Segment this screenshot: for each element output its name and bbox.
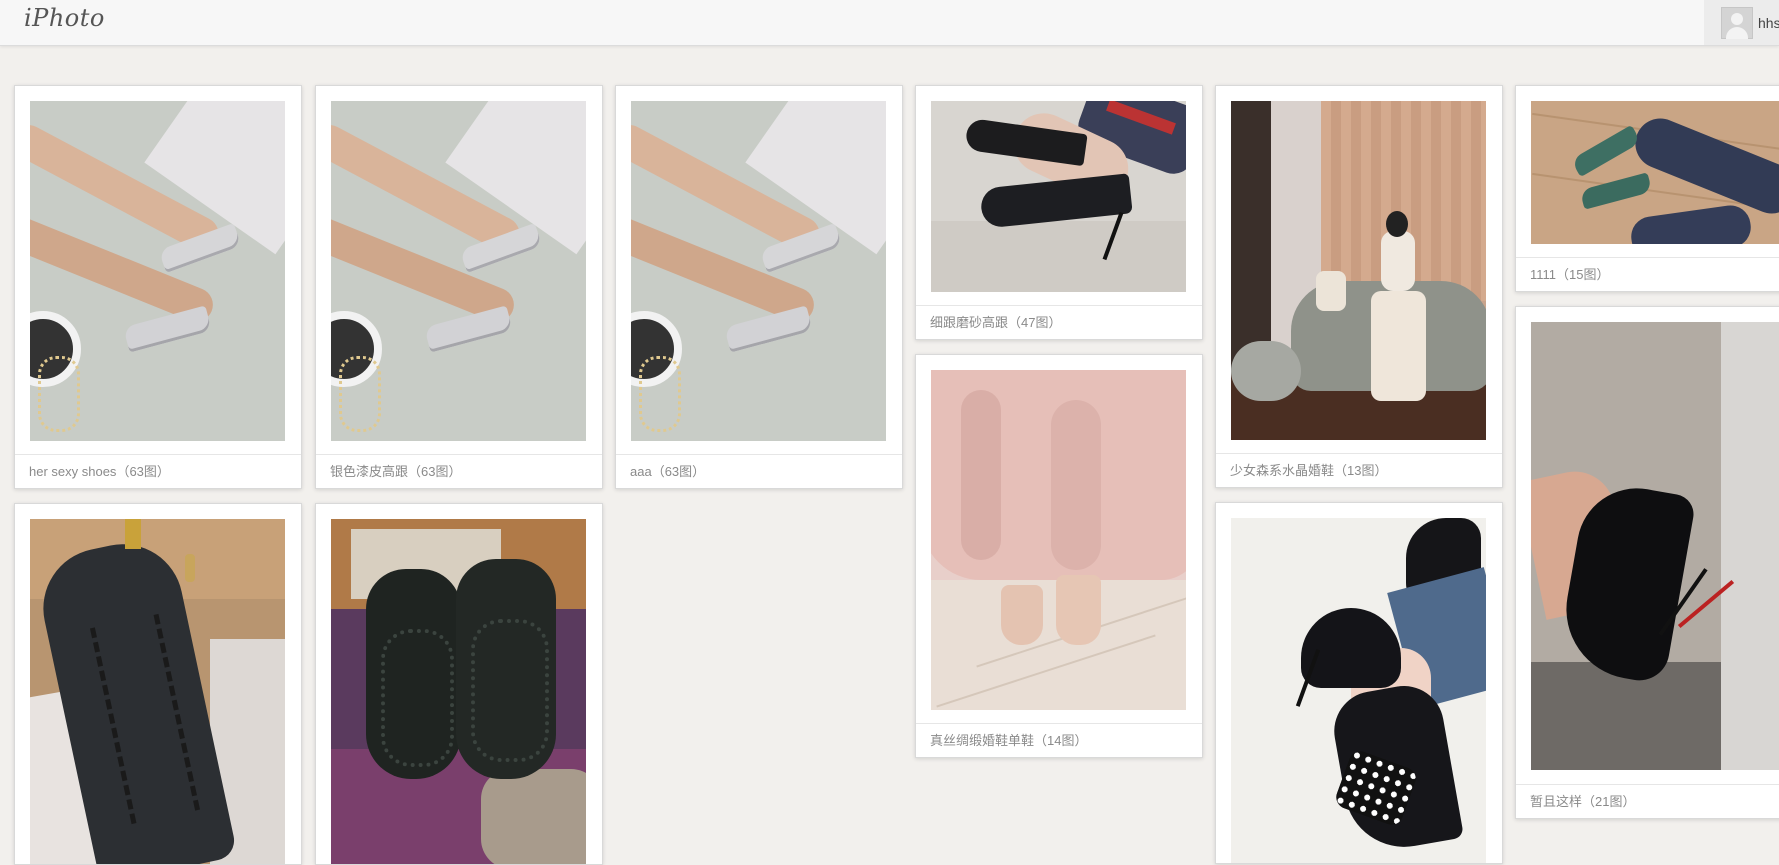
album-cover-image[interactable] (331, 519, 586, 864)
album-cover-image[interactable] (331, 101, 586, 441)
album-card[interactable]: her sexy shoes（63图） (14, 85, 302, 489)
user-menu[interactable]: hhs (1704, 0, 1779, 45)
album-caption: 真丝绸缎婚鞋单鞋（14图） (916, 723, 1202, 757)
username-label[interactable]: hhs (1758, 15, 1779, 31)
album-cover-image[interactable] (931, 370, 1186, 710)
avatar-body-shape (1726, 26, 1748, 39)
album-title[interactable]: 暂且这样 (1530, 794, 1582, 809)
album-card[interactable]: 银色漆皮高跟（63图） (315, 85, 603, 489)
album-count: （14图） (1034, 733, 1088, 748)
album-count: （63图） (651, 464, 706, 479)
album-cover-image[interactable] (30, 519, 285, 864)
album-card[interactable]: 1111（15图） (1515, 85, 1779, 292)
album-card[interactable]: 少女森系水晶婚鞋（13图） (1215, 85, 1503, 488)
album-caption: aaa（63图） (616, 454, 902, 488)
album-caption: 暂且这样（21图） (1516, 784, 1779, 818)
album-title[interactable]: 银色漆皮高跟 (330, 464, 408, 479)
album-cover-image[interactable] (1531, 101, 1779, 244)
album-count: （15图） (1556, 267, 1610, 282)
album-count: （47图） (1008, 315, 1062, 330)
album-cover-image[interactable] (1231, 101, 1486, 440)
album-caption: 1111（15图） (1516, 257, 1779, 291)
album-card[interactable] (14, 503, 302, 865)
album-cover-image[interactable] (30, 101, 285, 441)
album-card[interactable] (1215, 502, 1503, 864)
app-logo[interactable]: iPhoto (24, 4, 105, 32)
album-title[interactable]: her sexy shoes (29, 464, 116, 479)
album-count: （63图） (116, 464, 170, 479)
album-card[interactable]: 细跟磨砂高跟（47图） (915, 85, 1203, 340)
album-title[interactable]: aaa (630, 464, 652, 479)
album-caption: 银色漆皮高跟（63图） (316, 454, 602, 488)
album-cover-image[interactable] (1531, 322, 1779, 770)
album-count: （13图） (1334, 463, 1388, 478)
album-card[interactable]: 真丝绸缎婚鞋单鞋（14图） (915, 354, 1203, 758)
album-title[interactable]: 真丝绸缎婚鞋单鞋 (930, 733, 1034, 748)
album-cover-image[interactable] (631, 101, 886, 441)
album-caption: 少女森系水晶婚鞋（13图） (1216, 453, 1502, 487)
album-card[interactable]: aaa（63图） (615, 85, 903, 489)
album-title[interactable]: 细跟磨砂高跟 (930, 315, 1008, 330)
album-count: （63图） (408, 464, 462, 479)
album-count: （21图） (1582, 794, 1636, 809)
top-navigation-bar: iPhoto hhs (0, 0, 1779, 46)
album-card[interactable] (315, 503, 603, 865)
album-title[interactable]: 少女森系水晶婚鞋 (1230, 463, 1334, 478)
user-avatar-icon[interactable] (1721, 6, 1753, 39)
avatar-head-shape (1731, 12, 1743, 25)
album-caption: 细跟磨砂高跟（47图） (916, 305, 1202, 339)
album-cover-image[interactable] (931, 101, 1186, 292)
album-title[interactable]: 1111 (1530, 267, 1556, 282)
album-card[interactable]: 暂且这样（21图） (1515, 306, 1779, 819)
album-caption: her sexy shoes（63图） (15, 454, 301, 488)
album-cover-image[interactable] (1231, 518, 1486, 863)
